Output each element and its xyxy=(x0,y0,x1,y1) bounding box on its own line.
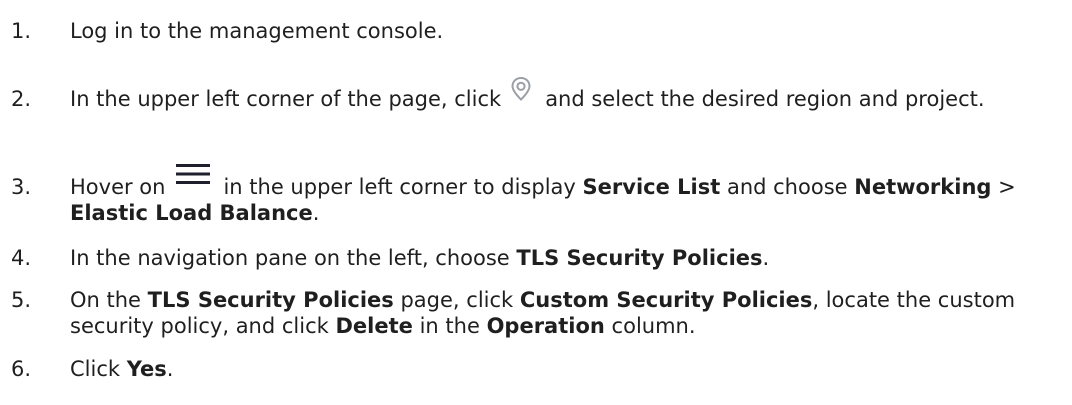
procedure-steps: 1. Log in to the management console. 2. … xyxy=(0,0,1072,405)
step-text: Click Yes. xyxy=(70,356,1050,382)
delete-label: Delete xyxy=(335,314,413,338)
step-6-text: Click xyxy=(70,357,121,381)
step-5-text-1: On the xyxy=(70,288,141,312)
step-number: 5. xyxy=(11,288,32,312)
step-text: In the navigation pane on the left, choo… xyxy=(70,245,1050,271)
step-1-text: Log in to the management console. xyxy=(70,19,444,43)
step-2-text-before: In the upper left corner of the page, cl… xyxy=(70,87,502,111)
step-5-text-4: in the xyxy=(419,314,480,338)
step-text: Hover on in the upper left corner to dis… xyxy=(70,164,1050,226)
step-2-text-after: and select the desired region and projec… xyxy=(545,87,985,111)
step-4-text: In the navigation pane on the left, choo… xyxy=(70,246,510,270)
path-separator: > xyxy=(998,175,1016,199)
location-pin-icon xyxy=(509,76,533,102)
custom-security-policies-label: Custom Security Policies xyxy=(519,288,813,312)
networking-label: Networking xyxy=(854,175,992,199)
service-list-label: Service List xyxy=(582,175,721,199)
step-4-end: . xyxy=(762,246,770,270)
tls-security-policies-label: TLS Security Policies xyxy=(516,246,763,270)
step-number: 6. xyxy=(11,357,32,381)
yes-label: Yes xyxy=(126,357,167,381)
step-number: 4. xyxy=(11,246,32,270)
step-number: 3. xyxy=(11,175,32,199)
step-number: 2. xyxy=(11,87,32,111)
elastic-load-balance-label: Elastic Load Balance xyxy=(70,201,313,225)
step-3-end: . xyxy=(312,201,320,225)
tls-security-policies-label: TLS Security Policies xyxy=(147,288,394,312)
operation-label: Operation xyxy=(486,314,605,338)
step-5-text-2: page, click xyxy=(400,288,514,312)
step-6-end: . xyxy=(166,357,174,381)
hamburger-menu-icon xyxy=(175,161,211,187)
step-number: 1. xyxy=(11,19,32,43)
step-3-text-before: Hover on xyxy=(70,175,166,199)
step-text: Log in to the management console. xyxy=(70,18,1050,44)
step-3-text-2: and choose xyxy=(726,175,848,199)
step-text: On the TLS Security Policies page, click… xyxy=(70,287,1050,339)
step-text: In the upper left corner of the page, cl… xyxy=(70,76,1050,112)
step-5-text-5: column. xyxy=(611,314,696,338)
step-3-text-1: in the upper left corner to display xyxy=(223,175,576,199)
